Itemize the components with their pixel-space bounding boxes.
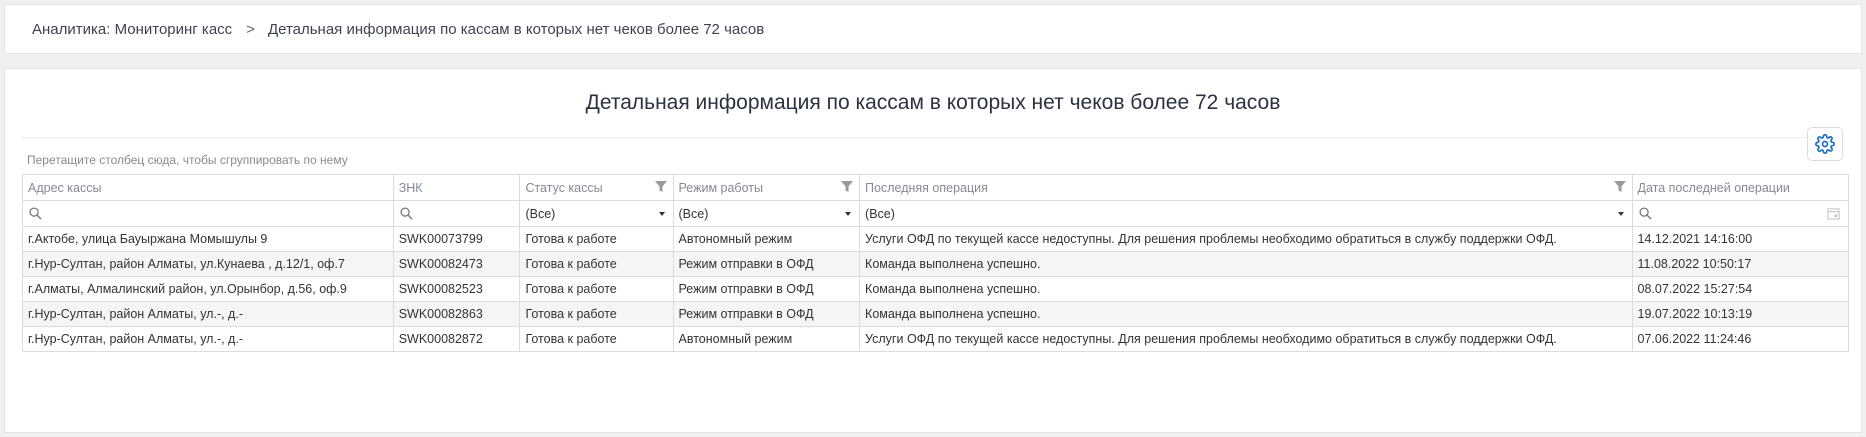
search-icon <box>400 207 413 220</box>
column-label: ЗНК <box>398 180 423 195</box>
select-value: (Все) <box>678 206 709 221</box>
title-divider <box>22 137 1844 138</box>
column-header-last-op[interactable]: Последняя операция <box>859 174 1633 201</box>
column-label: Режим работы <box>678 180 763 195</box>
funnel-icon[interactable] <box>841 181 854 193</box>
select-value: (Все) <box>865 206 895 221</box>
report-panel: Детальная информация по кассам в которых… <box>4 68 1862 433</box>
cell-znk: SWK00082473 <box>392 251 521 277</box>
chevron-down-icon <box>1617 211 1624 216</box>
cell-address: г.Нур-Султан, район Алматы, ул.-, д.- <box>22 301 394 327</box>
column-header-status[interactable]: Статус кассы <box>519 174 674 201</box>
cell-status: Готова к работе <box>519 301 674 327</box>
cell-last-op: Услуги ОФД по текущей кассе недоступны. … <box>859 226 1633 252</box>
cell-address: г.Нур-Султан, район Алматы, ул.-, д.- <box>22 326 394 352</box>
breadcrumb-separator: > <box>246 21 255 38</box>
cell-date: 11.08.2022 10:50:17 <box>1631 251 1850 277</box>
cell-date: 14.12.2021 14:16:00 <box>1631 226 1850 252</box>
cell-last-op: Команда выполнена успешно. <box>859 276 1633 302</box>
table-row[interactable]: г.Нур-Султан, район Алматы, ул.-, д.- SW… <box>22 301 1850 327</box>
cell-mode: Автономный режим <box>672 326 861 352</box>
cell-status: Готова к работе <box>519 276 674 302</box>
filter-cell-date[interactable] <box>1631 200 1850 227</box>
table-row[interactable]: г.Нур-Султан, район Алматы, ул.Кунаева ,… <box>22 251 1850 277</box>
cell-znk: SWK00082863 <box>392 301 521 327</box>
cell-address: г.Актобе, улица Бауыржана Момышулы 9 <box>22 226 394 252</box>
cell-last-op: Команда выполнена успешно. <box>859 251 1633 277</box>
column-header-znk[interactable]: ЗНК <box>392 174 521 201</box>
filter-select-last-op[interactable]: (Все) <box>859 200 1633 227</box>
select-value: (Все) <box>525 206 556 221</box>
column-label: Адрес кассы <box>28 180 102 195</box>
cell-address: г.Нур-Султан, район Алматы, ул.Кунаева ,… <box>22 251 394 277</box>
table-row[interactable]: г.Нур-Султан, район Алматы, ул.-, д.- SW… <box>22 326 1850 352</box>
grid-settings-button[interactable] <box>1807 127 1843 161</box>
funnel-icon[interactable] <box>1613 181 1626 193</box>
gear-icon <box>1815 134 1835 154</box>
cell-mode: Режим отправки в ОФД <box>672 251 861 277</box>
breadcrumb: Аналитика: Мониторинг касс > Детальная инф… <box>32 21 764 38</box>
cell-last-op: Услуги ОФД по текущей кассе недоступны. … <box>859 326 1633 352</box>
cell-znk: SWK00073799 <box>392 226 521 252</box>
table-row[interactable]: г.Актобе, улица Бауыржана Момышулы 9 SWK… <box>22 226 1850 252</box>
page-title: Детальная информация по кассам в которых… <box>585 91 1281 114</box>
data-grid: Адрес кассы ЗНК Статус кассы Режим работ… <box>22 174 1850 352</box>
cell-date: 19.07.2022 10:13:19 <box>1631 301 1850 327</box>
cell-last-op: Команда выполнена успешно. <box>859 301 1633 327</box>
column-label: Дата последней операции <box>1637 180 1790 195</box>
column-header-date[interactable]: Дата последней операции <box>1631 174 1850 201</box>
funnel-icon[interactable] <box>654 181 667 193</box>
cell-address: г.Алматы, Алмалинский район, ул.Орынбор,… <box>22 276 394 302</box>
table-row[interactable]: г.Алматы, Алмалинский район, ул.Орынбор,… <box>22 276 1850 302</box>
filter-select-mode[interactable]: (Все) <box>672 200 861 227</box>
column-label: Последняя операция <box>865 180 988 195</box>
chevron-down-icon <box>658 211 665 216</box>
filter-cell-znk[interactable] <box>392 200 521 227</box>
filter-cell-address[interactable] <box>22 200 394 227</box>
column-header-address[interactable]: Адрес кассы <box>22 174 394 201</box>
search-icon <box>1638 207 1652 220</box>
breadcrumb-bar: Аналитика: Мониторинг касс > Детальная инф… <box>4 4 1862 54</box>
cell-znk: SWK00082872 <box>392 326 521 352</box>
cell-mode: Режим отправки в ОФД <box>672 301 861 327</box>
column-header-mode[interactable]: Режим работы <box>672 174 861 201</box>
group-panel-hint[interactable]: Перетащите столбец сюда, чтобы сгруппиро… <box>27 153 348 167</box>
column-label: Статус кассы <box>525 180 603 195</box>
cell-status: Готова к работе <box>519 326 674 352</box>
cell-mode: Режим отправки в ОФД <box>672 276 861 302</box>
filter-select-status[interactable]: (Все) <box>519 200 674 227</box>
breadcrumb-parent-link[interactable]: Аналитика: Мониторинг касс <box>32 21 232 38</box>
cell-status: Готова к работе <box>519 251 674 277</box>
calendar-icon[interactable] <box>1827 207 1840 220</box>
cell-status: Готова к работе <box>519 226 674 252</box>
breadcrumb-current: Детальная информация по кассам в которых… <box>267 21 765 38</box>
cell-mode: Автономный режим <box>672 226 861 252</box>
cell-date: 08.07.2022 15:27:54 <box>1631 276 1850 302</box>
search-icon <box>29 207 42 220</box>
cell-znk: SWK00082523 <box>392 276 521 302</box>
cell-date: 07.06.2022 11:24:46 <box>1631 326 1850 352</box>
chevron-down-icon <box>845 211 852 216</box>
